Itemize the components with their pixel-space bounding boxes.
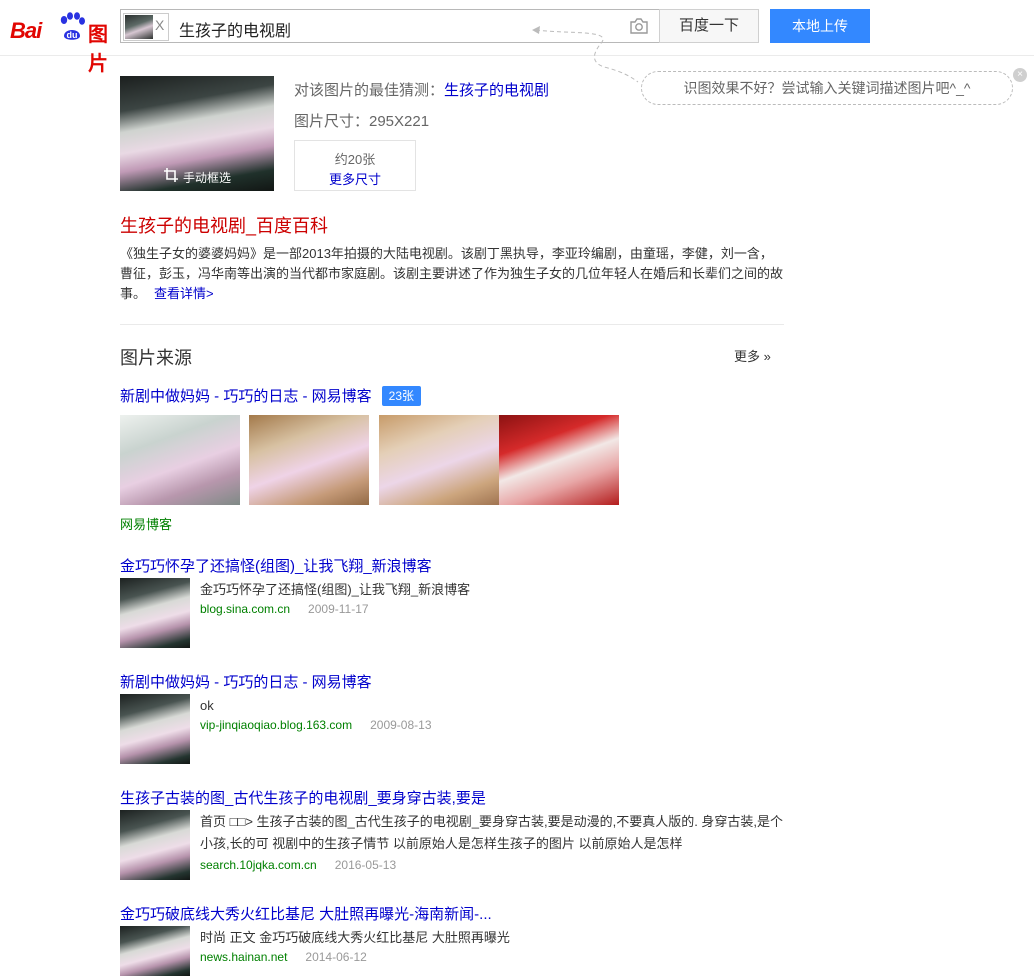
result-title-link[interactable]: 新剧中做妈妈 - 巧巧的日志 - 网易博客 xyxy=(120,671,372,692)
result-date: 2009-08-13 xyxy=(370,718,432,732)
result-meta: search.10jqka.com.cn 2016-05-13 xyxy=(200,858,396,872)
result-title-link[interactable]: 新剧中做妈妈 - 巧巧的日志 - 网易博客 23张 xyxy=(120,385,422,406)
sources-more-link[interactable]: 更多 » xyxy=(734,346,771,365)
search-input[interactable]: 生孩子的电视剧 xyxy=(179,17,291,41)
tip-close-icon[interactable]: × xyxy=(1013,68,1027,82)
result-title-link[interactable]: 金巧巧怀孕了还搞怪(组图)_让我飞翔_新浪博客 xyxy=(120,555,432,576)
more-sizes-link[interactable]: 更多尺寸 xyxy=(295,169,415,188)
baike-desc-text: 《独生子女的婆婆妈妈》是一部2013年拍摄的大陆电视剧。该剧丁黑执导，李亚玲编剧… xyxy=(120,246,784,301)
result-title-text[interactable]: 新剧中做妈妈 - 巧巧的日志 - 网易博客 xyxy=(120,388,372,405)
gallery-image[interactable] xyxy=(249,415,369,505)
search-button[interactable]: 百度一下 xyxy=(659,9,759,43)
result-snippet: ok xyxy=(200,698,214,713)
best-guess: 对该图片的最佳猜测：生孩子的电视剧 xyxy=(294,79,549,100)
gallery-image[interactable] xyxy=(120,415,240,505)
result-meta: vip-jinqiaoqiao.blog.163.com 2009-08-13 xyxy=(200,718,432,732)
baidu-paw-icon: du xyxy=(60,12,85,40)
result-date: 2014-06-12 xyxy=(305,950,367,964)
more-sizes-box[interactable]: 约20张 更多尺寸 xyxy=(294,140,416,191)
recognition-tip: 识图效果不好？尝试输入关键词描述图片吧^_^ xyxy=(641,71,1013,105)
result-source[interactable]: 网易博客 xyxy=(120,514,172,533)
result-snippet: 首页 □□> 生孩子古装的图_古代生孩子的电视剧_要身穿古装,要是动漫的,不要真… xyxy=(200,814,784,851)
baike-detail-link[interactable]: 查看详情> xyxy=(154,286,214,301)
result-url[interactable]: news.hainan.net xyxy=(200,950,287,964)
logo-bai: Bai xyxy=(10,18,42,43)
header: Bai du 图片 X 生孩子的电视剧 百度一下 本地上传 xyxy=(0,0,1034,75)
result-url[interactable]: blog.sina.com.cn xyxy=(200,602,290,616)
baidu-logo[interactable]: Bai du 图片 xyxy=(10,10,114,75)
result-snippet: 金巧巧怀孕了还搞怪(组图)_让我飞翔_新浪博客 xyxy=(200,582,471,597)
baike-title-link[interactable]: 生孩子的电视剧_百度百科 xyxy=(120,212,328,238)
section-title-sources: 图片来源 xyxy=(120,348,192,368)
result-meta: blog.sina.com.cn 2009-11-17 xyxy=(200,602,369,616)
result-url[interactable]: vip-jinqiaoqiao.blog.163.com xyxy=(200,718,352,732)
logo-du: du xyxy=(67,30,78,40)
result-thumbnail[interactable] xyxy=(120,810,190,880)
gallery-image[interactable] xyxy=(379,415,499,505)
manual-crop-label[interactable]: 手动框选 xyxy=(183,169,231,186)
clear-image-icon[interactable]: X xyxy=(155,17,164,33)
result-title-link[interactable]: 生孩子古装的图_古代生孩子的电视剧_要身穿古装,要是 xyxy=(120,787,486,808)
gallery-image[interactable] xyxy=(499,415,619,505)
upload-button[interactable]: 本地上传 xyxy=(770,9,870,43)
best-guess-link[interactable]: 生孩子的电视剧 xyxy=(444,82,549,99)
result-date: 2016-05-13 xyxy=(334,858,397,872)
result-meta: news.hainan.net 2014-06-12 xyxy=(200,950,367,964)
query-image-preview[interactable]: 手动框选 xyxy=(120,76,274,191)
crop-icon[interactable] xyxy=(164,168,178,182)
baike-description: 《独生子女的婆婆妈妈》是一部2013年拍摄的大陆电视剧。该剧丁黑执导，李亚玲编剧… xyxy=(120,244,784,304)
query-image-thumbnail xyxy=(125,15,153,39)
logo-tupian: 图片 xyxy=(88,24,108,75)
result-thumbnail[interactable] xyxy=(120,578,190,648)
query-image-chip[interactable]: X xyxy=(123,13,169,41)
result-thumbnail[interactable] xyxy=(120,926,190,976)
result-url[interactable]: search.10jqka.com.cn xyxy=(200,858,317,872)
divider xyxy=(120,324,784,325)
best-guess-prefix: 对该图片的最佳猜测： xyxy=(294,82,445,99)
result-date: 2009-11-17 xyxy=(308,602,369,616)
size-count: 约20张 xyxy=(334,152,376,167)
result-snippet: 时尚 正文 金巧巧破底线大秀火红比基尼 大肚照再曝光 xyxy=(200,930,510,945)
image-size: 图片尺寸：295X221 xyxy=(294,113,430,130)
image-count-badge[interactable]: 23张 xyxy=(381,386,422,406)
result-title-link[interactable]: 金巧巧破底线大秀火红比基尼 大肚照再曝光-海南新闻-... xyxy=(120,903,492,924)
result-thumbnail[interactable] xyxy=(120,694,190,764)
